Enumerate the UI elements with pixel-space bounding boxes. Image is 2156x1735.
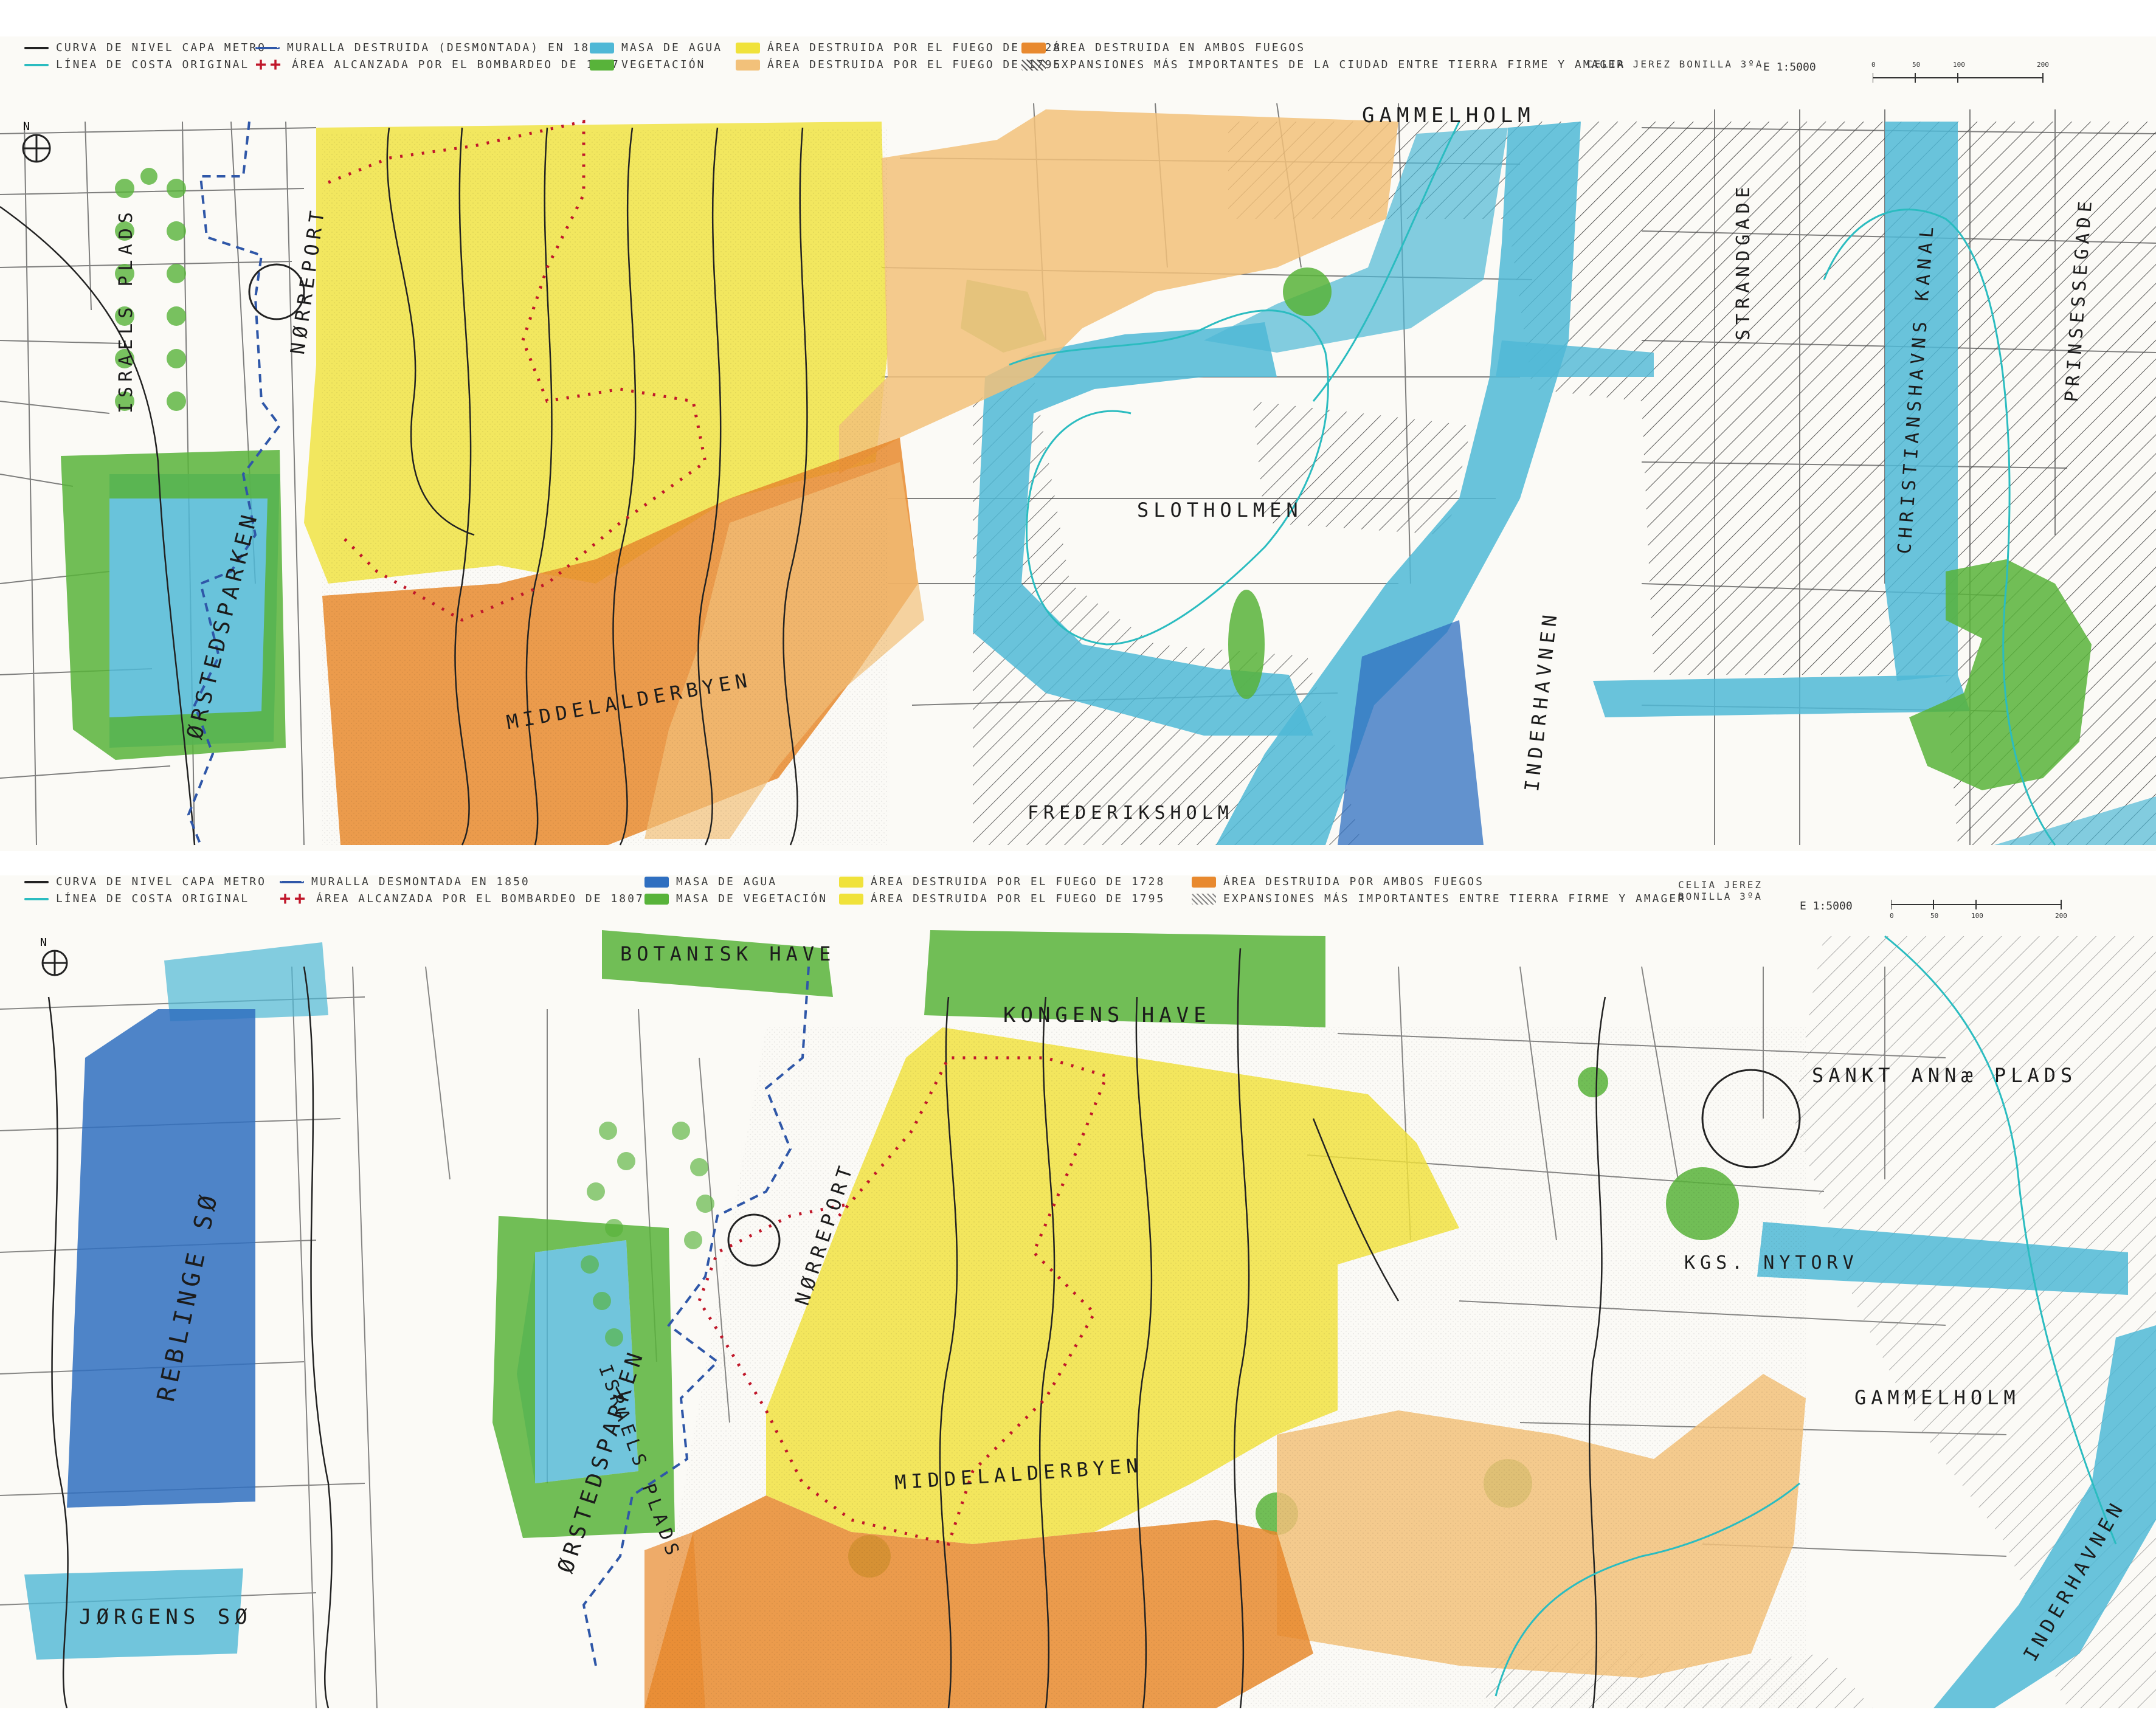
label-sankt-annae-plads: SANKT ANNæ PLADS: [1812, 1064, 2078, 1087]
scale-tick-100: 100: [1953, 61, 1965, 69]
label-gammelholm: GAMMELHOLM: [1362, 103, 1535, 128]
scale-tick-0-bottom: 0: [1890, 912, 1894, 920]
north-arrow-icon: [22, 134, 51, 163]
scale-tick-50-bottom: 50: [1930, 912, 1939, 920]
top-map-drawing: [0, 103, 2156, 846]
legend-contour: CURVA DE NIVEL CAPA METRO: [24, 41, 266, 54]
legend-water-bottom: MASA DE AGUA: [644, 875, 777, 888]
north-label: N: [23, 120, 30, 133]
legend-fire-1728-bottom: ÁREA DESTRUIDA POR EL FUEGO DE 1728: [839, 875, 1165, 888]
scale-tick-50: 50: [1912, 61, 1921, 69]
label-jorgens-so: JØRGENS SØ: [79, 1605, 252, 1629]
label-kgs-nytorv: KGS. NYTORV: [1684, 1252, 1859, 1274]
legend-wall: MURALLA DESTRUIDA (DESMONTADA) EN 1850: [255, 41, 607, 54]
legend-fire-1728: ÁREA DESTRUIDA POR EL FUEGO DE 1728: [736, 41, 1062, 54]
legend-contour-bottom: CURVA DE NIVEL CAPA METRO: [24, 875, 266, 888]
author-credit-bottom: CELIA JEREZ BONILLA 3ºA: [1678, 879, 1763, 902]
label-kongens-have: KONGENS HAVE: [1003, 1003, 1211, 1027]
north-arrow: N: [18, 120, 55, 164]
scale-tick-100-bottom: 100: [1971, 912, 1983, 920]
legend-expansion: EXPANSIONES MÁS IMPORTANTES DE LA CIUDAD…: [1021, 58, 1625, 71]
legend-expansion-bottom: EXPANSIONES MÁS IMPORTANTES ENTRE TIERRA…: [1192, 892, 1686, 905]
bottom-map: CURVA DE NIVEL CAPA METRO LÍNEA DE COSTA…: [0, 875, 2156, 1708]
legend-wall-bottom: MURALLA DESMONTADA EN 1850: [280, 875, 530, 888]
scale-tick-200: 200: [2037, 61, 2049, 69]
label-strandgade: STRANDGADE: [1733, 182, 1754, 340]
legend-fire-1795-bottom: ÁREA DESTRUIDA POR EL FUEGO DE 1795: [839, 892, 1165, 905]
north-arrow-bottom: N: [36, 936, 73, 979]
scale-label: E 1:5000: [1763, 61, 1816, 74]
legend-vegetation: VEGETACIÓN: [590, 58, 705, 71]
label-slotholmen: SLOTHOLMEN: [1137, 498, 1303, 522]
fire-areas-bottom: [644, 1027, 1806, 1708]
label-botanisk-have: BOTANISK HAVE: [620, 942, 836, 965]
author-credit: CELIA JEREZ BONILLA 3ºA: [1587, 58, 1764, 70]
north-label-bottom: N: [40, 936, 47, 949]
legend-coastline-bottom: LÍNEA DE COSTA ORIGINAL: [24, 892, 249, 905]
legend-fire-both-bottom: ÁREA DESTRUIDA POR AMBOS FUEGOS: [1192, 875, 1484, 888]
legend-water: MASA DE AGUA: [590, 41, 722, 54]
top-map: CURVA DE NIVEL CAPA METRO LÍNEA DE COSTA…: [0, 36, 2156, 851]
legend-vegetation-bottom: MASA DE VEGETACIÓN: [644, 892, 828, 905]
legend-bombardment-bottom: ++ ÁREA ALCANZADA POR EL BOMBARDEO DE 180…: [280, 888, 644, 909]
bottom-legend: CURVA DE NIVEL CAPA METRO LÍNEA DE COSTA…: [0, 875, 2156, 961]
label-israels-plads: ISRAELS PLADS: [116, 207, 137, 413]
legend-fire-both: ÁREA DESTRUIDA EN AMBOS FUEGOS: [1021, 41, 1305, 54]
top-legend: CURVA DE NIVEL CAPA METRO LÍNEA DE COSTA…: [0, 36, 2156, 122]
bottom-map-drawing: [0, 930, 2156, 1708]
label-frederiksholm: FREDERIKSHOLM: [1028, 802, 1234, 824]
scale-tick-0: 0: [1871, 61, 1876, 69]
legend-coastline: LÍNEA DE COSTA ORIGINAL: [24, 58, 249, 71]
legend-bombardment: ++ ÁREA ALCANZADA POR EL BOMBARDEO DE 180…: [255, 53, 620, 75]
label-gammelholm-bottom: GAMMELHOLM: [1854, 1386, 2020, 1409]
scale-tick-200-bottom: 200: [2055, 912, 2067, 920]
scale-label-bottom: E 1:5000: [1800, 900, 1853, 912]
scale-bar-bottom: [1891, 900, 2062, 909]
legend-fire-1795: ÁREA DESTRUIDA POR EL FUEGO DE 1795: [736, 58, 1062, 71]
